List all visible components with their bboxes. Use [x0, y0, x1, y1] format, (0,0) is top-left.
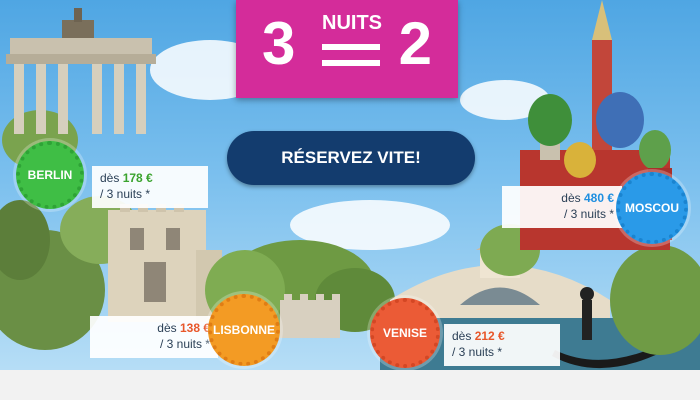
equals-bar-top: [322, 44, 380, 50]
moscou-nights: / 3 nuits *: [563, 207, 614, 222]
hero-offer-banner: 3 NUITS 2: [236, 0, 458, 98]
berlin-price-line: dès 178 €: [100, 170, 200, 186]
venise-price-tag: dès 212 € / 3 nuits *: [444, 324, 560, 366]
lisbonne-price-prefix: dès: [157, 321, 177, 335]
venise-price: 212 €: [474, 329, 505, 343]
berlin-city-label: BERLIN: [27, 168, 73, 182]
venise-price-line: dès 212 €: [452, 328, 552, 344]
bottom-strip: [0, 370, 700, 400]
berlin-price-tag: dès 178 € / 3 nuits *: [92, 166, 208, 208]
berlin-price: 178 €: [122, 171, 153, 185]
hero-right-number: 2: [398, 10, 432, 77]
moscou-city-badge[interactable]: MOSCOU: [616, 172, 688, 244]
lisbonne-city-badge[interactable]: LISBONNE: [208, 294, 280, 366]
reserve-now-label: RÉSERVEZ VITE!: [281, 148, 421, 167]
berlin-city-badge[interactable]: BERLIN: [16, 141, 84, 209]
hero-nights-text: NUITS: [322, 12, 382, 34]
moscou-city-label: MOSCOU: [625, 201, 679, 215]
venise-nights: / 3 nuits *: [452, 345, 503, 360]
hero-left-number: 3: [262, 10, 296, 77]
moscou-price: 480 €: [583, 191, 614, 205]
berlin-nights: / 3 nuits *: [100, 187, 151, 202]
lisbonne-nights: / 3 nuits *: [159, 337, 210, 352]
travel-promo-banner: 3 NUITS 2 RÉSERVEZ VITE! dès 178 € / 3 n…: [0, 0, 700, 400]
lisbonne-price: 138 €: [179, 321, 210, 335]
moscou-price-line: dès 480 €: [510, 190, 614, 206]
reserve-now-button[interactable]: RÉSERVEZ VITE!: [227, 131, 475, 185]
moscou-price-prefix: dès: [561, 191, 581, 205]
lisbonne-price-tag: dès 138 € / 3 nuits *: [90, 316, 218, 358]
lisbonne-city-label: LISBONNE: [212, 323, 275, 337]
equals-bar-bottom: [322, 60, 380, 66]
berlin-price-prefix: dès: [100, 171, 120, 185]
lisbonne-price-line: dès 138 €: [98, 320, 210, 336]
castle: [280, 294, 340, 338]
venise-price-prefix: dès: [452, 329, 472, 343]
belem-tower: [108, 204, 222, 322]
venise-city-badge[interactable]: VENISE: [370, 298, 440, 368]
venise-city-label: VENISE: [382, 326, 427, 340]
moscou-price-tag: dès 480 € / 3 nuits *: [502, 186, 622, 228]
